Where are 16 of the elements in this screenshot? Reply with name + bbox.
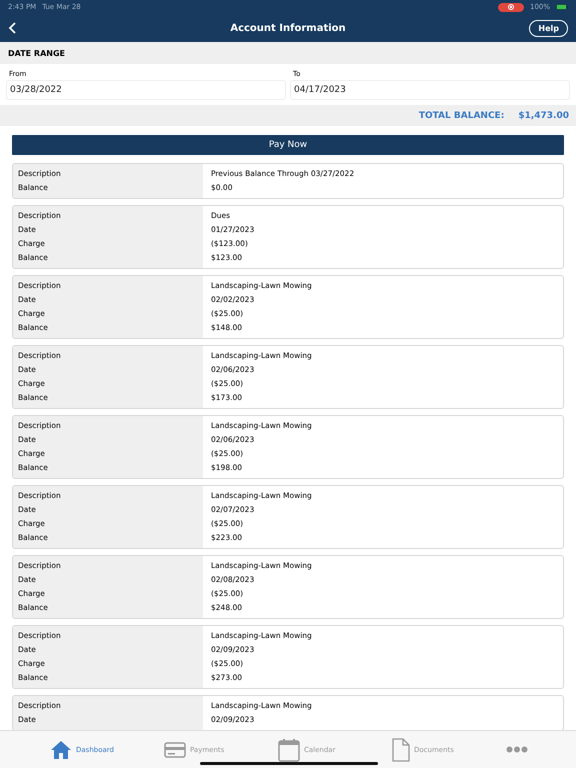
credit-card-icon (164, 742, 186, 758)
recording-indicator (498, 2, 524, 12)
help-button[interactable]: Help (529, 20, 568, 36)
document-icon (392, 738, 410, 762)
back-icon[interactable] (8, 22, 18, 34)
pay-now-button[interactable]: Pay Now (12, 135, 564, 155)
section-heading: DATE RANGE (8, 48, 65, 58)
date-field[interactable]: 04/17/2023 (290, 80, 570, 100)
date-field[interactable]: 03/28/2022 (6, 80, 286, 100)
total-label: TOTAL BALANCE: (418, 110, 504, 120)
home-icon (50, 740, 72, 760)
page-title: Account Information (230, 22, 346, 34)
more-icon (506, 746, 528, 753)
calendar-icon (278, 738, 300, 762)
battery-icon (556, 4, 568, 10)
total-amount: $1,473.00 (518, 110, 569, 120)
